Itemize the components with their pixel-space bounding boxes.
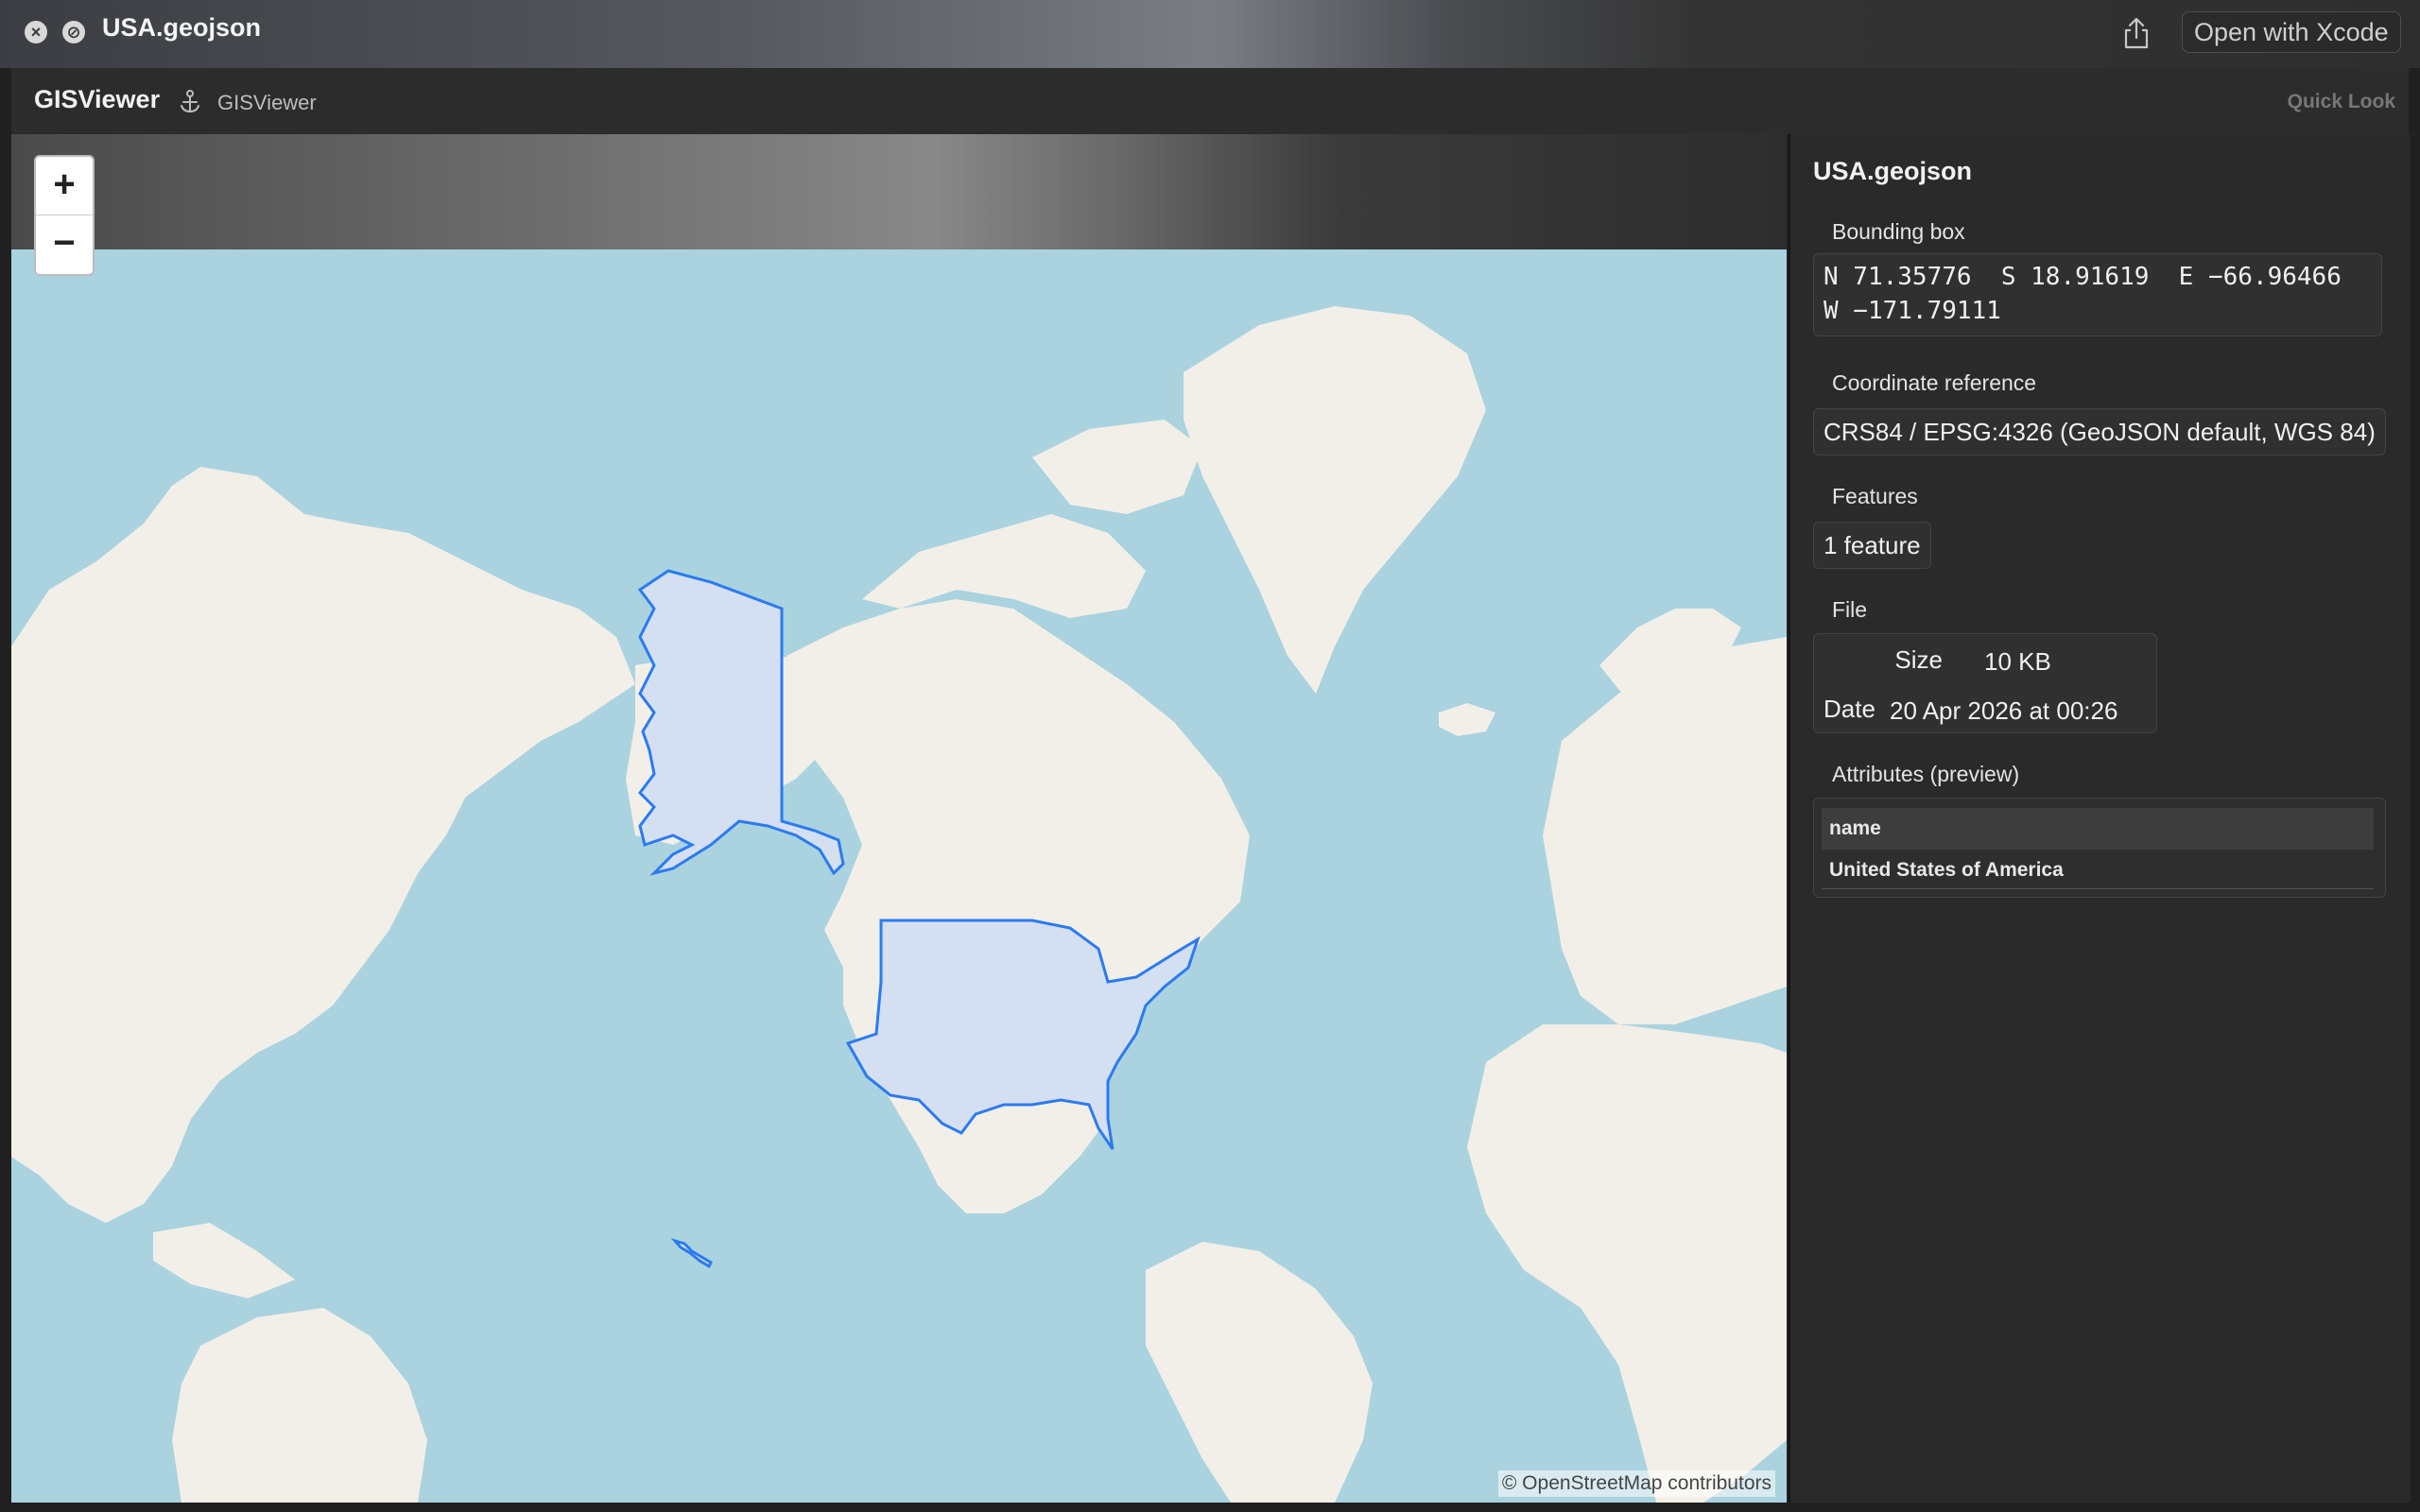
size-label: Size (1894, 645, 1943, 674)
file-label: File (1832, 597, 1868, 622)
zoom-out-button[interactable]: − (36, 215, 93, 273)
quick-look-label: Quick Look (2287, 91, 2395, 112)
crs-value: CRS84 / EPSG:4326 (GeoJSON default, WGS … (1813, 408, 2386, 455)
crs-label: Coordinate reference (1832, 370, 2037, 395)
size-value: 10 KB (1984, 647, 2051, 676)
map-canvas[interactable] (11, 249, 1787, 1503)
attributes-label: Attributes (preview) (1832, 762, 2020, 786)
bounding-box-value: N 71.35776 S 18.91619 E −66.96466 W −171… (1813, 253, 2382, 336)
date-value: 20 Apr 2026 at 00:26 (1890, 696, 2118, 725)
map-view[interactable]: + − © OpenStreetMap contributors (11, 134, 1787, 1503)
info-panel: USA.geojson Bounding box N 71.35776 S 18… (1789, 134, 2411, 1503)
app-name: GISViewer (34, 85, 161, 113)
open-with-xcode-button[interactable]: Open with Xcode (2182, 11, 2401, 53)
bounding-box-label: Bounding box (1832, 219, 1965, 244)
features-label: Features (1832, 484, 1918, 508)
map-attribution[interactable]: © OpenStreetMap contributors (1497, 1470, 1775, 1497)
compass-icon[interactable]: ⊘ (62, 21, 85, 43)
date-label: Date (1824, 695, 1876, 723)
zoom-control: + − (34, 155, 95, 276)
zoom-in-button[interactable]: + (36, 157, 93, 215)
app-header: GISViewer GISViewer Quick Look (11, 68, 2409, 135)
attributes-column-header: name (1822, 808, 2374, 850)
attributes-table: name United States of America (1813, 798, 2386, 898)
features-count: 1 feature (1813, 522, 1931, 569)
anchor-icon (178, 89, 202, 115)
title-bar: × ⊘ USA.geojson Open with Xcode (0, 0, 2420, 68)
table-row[interactable]: United States of America (1822, 851, 2374, 889)
file-info: Size 10 KB Date 20 Apr 2026 at 00:26 (1813, 633, 2157, 733)
panel-title: USA.geojson (1813, 157, 1973, 185)
app-subtitle: GISViewer (217, 91, 317, 114)
window-title: USA.geojson (102, 13, 262, 42)
close-icon[interactable]: × (25, 21, 47, 43)
share-icon[interactable] (2119, 13, 2153, 51)
